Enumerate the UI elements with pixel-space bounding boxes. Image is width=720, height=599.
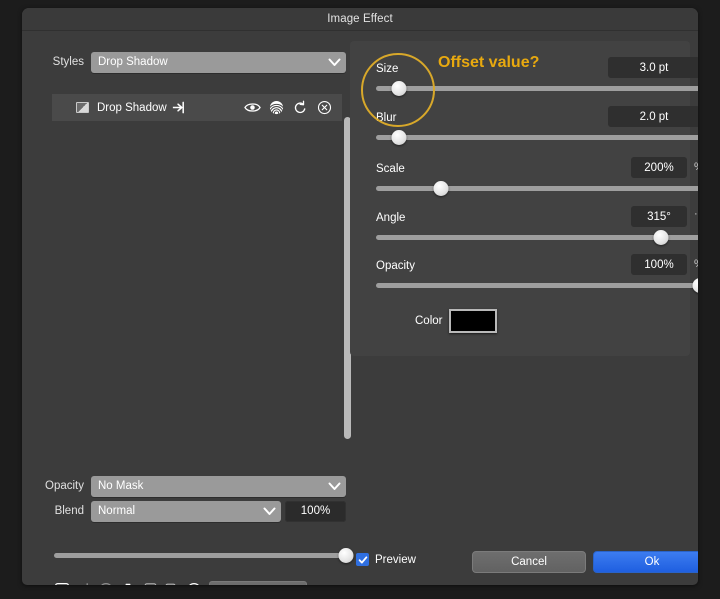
reset-icon[interactable] xyxy=(288,96,312,120)
slider-track xyxy=(54,553,346,558)
preview-checkbox[interactable] xyxy=(356,553,369,566)
close-icon[interactable] xyxy=(312,96,336,120)
effect-parameters-panel: Size 3.0 pt Blur 2.0 pt Scale 200% Angle… xyxy=(350,41,698,356)
styles-dropdown[interactable]: Drop Shadow xyxy=(91,51,346,73)
chevron-down-icon xyxy=(325,476,343,497)
chevron-down-icon xyxy=(325,52,343,73)
color-label: Color xyxy=(415,315,443,327)
param-angle-slider[interactable] xyxy=(376,230,698,245)
layer-name: Drop Shadow xyxy=(97,101,167,114)
color-row: Color xyxy=(415,309,498,333)
window-titlebar: Image Effect xyxy=(22,8,698,31)
color-swatch[interactable] xyxy=(449,309,498,333)
param-opacity-value: 100% xyxy=(644,258,674,271)
add-icon[interactable] xyxy=(52,580,72,585)
param-size-label: Size xyxy=(376,63,399,75)
mask-opacity-label: Opacity xyxy=(45,480,84,492)
layer-thumbnail-icon xyxy=(76,102,89,113)
slider-thumb[interactable] xyxy=(338,548,354,563)
record-icon[interactable] xyxy=(184,580,204,585)
blend-opacity-value: 100% xyxy=(300,505,331,517)
preview-checkbox-row[interactable]: Preview xyxy=(356,553,416,566)
param-blur-field[interactable]: 2.0 pt xyxy=(608,106,698,127)
left-column: Styles Drop Shadow Drop Shadow Opacity N… xyxy=(22,30,356,585)
layer-list[interactable]: Drop Shadow xyxy=(52,94,342,476)
halftone-icon[interactable] xyxy=(264,96,288,120)
slider-thumb[interactable] xyxy=(433,181,449,196)
param-opacity-slider[interactable] xyxy=(376,278,698,293)
blend-opacity-slider[interactable] xyxy=(54,548,354,563)
undo-icon[interactable] xyxy=(74,580,94,585)
blend-row: Blend Normal 100% xyxy=(32,500,346,522)
layer-toolbar xyxy=(52,580,204,585)
param-opacity-label: Opacity xyxy=(376,260,415,272)
annotation-text: Offset value? xyxy=(438,54,540,71)
param-angle-field[interactable]: 315° xyxy=(631,206,687,227)
layer-row-drop-shadow[interactable]: Drop Shadow xyxy=(52,94,342,121)
preview-label: Preview xyxy=(375,553,416,566)
copy-icon[interactable] xyxy=(162,580,182,585)
clear-icon[interactable] xyxy=(96,580,116,585)
param-blur-label: Blur xyxy=(376,112,397,124)
param-scale-field[interactable]: 200% xyxy=(631,157,687,178)
blend-dropdown-value: Normal xyxy=(98,505,136,517)
blend-label: Blend xyxy=(54,505,84,517)
ok-button-label: Ok xyxy=(644,556,660,568)
mask-dropdown-value: No Mask xyxy=(98,480,144,492)
slider-thumb[interactable] xyxy=(692,278,698,293)
param-blur-value: 2.0 pt xyxy=(639,110,669,123)
param-angle-label: Angle xyxy=(376,212,406,224)
param-size-field[interactable]: 3.0 pt xyxy=(608,57,698,78)
slider-track xyxy=(376,235,698,240)
styles-row: Styles Drop Shadow xyxy=(32,51,346,73)
param-scale-unit: % xyxy=(694,161,698,173)
blend-dropdown[interactable]: Normal xyxy=(91,500,281,522)
param-scale-label: Scale xyxy=(376,163,405,175)
param-scale-value: 200% xyxy=(644,161,674,174)
chevron-down-icon xyxy=(260,501,278,522)
window-title: Image Effect xyxy=(327,13,393,25)
duplicate-icon[interactable] xyxy=(140,580,160,585)
trash-icon[interactable] xyxy=(118,580,138,585)
slider-track xyxy=(376,135,698,140)
mask-opacity-row: Opacity No Mask xyxy=(32,475,346,497)
param-size-slider[interactable] xyxy=(376,81,698,96)
eye-icon[interactable] xyxy=(240,96,264,120)
param-size-value: 3.0 pt xyxy=(639,61,669,74)
param-angle-value: 315° xyxy=(647,210,671,223)
slider-thumb[interactable] xyxy=(391,130,407,145)
cancel-button-label: Cancel xyxy=(511,556,547,568)
slider-track xyxy=(376,283,698,288)
param-opacity-field[interactable]: 100% xyxy=(631,254,687,275)
options-button[interactable]: Options xyxy=(209,581,307,585)
mask-dropdown[interactable]: No Mask xyxy=(91,475,346,497)
param-opacity-unit: % xyxy=(694,258,698,270)
styles-dropdown-value: Drop Shadow xyxy=(98,56,168,68)
param-angle-unit: · xyxy=(694,208,698,220)
slider-track xyxy=(376,86,698,91)
layer-icon-group xyxy=(240,96,342,120)
cancel-button[interactable]: Cancel xyxy=(472,551,586,573)
slider-track xyxy=(376,186,698,191)
blend-opacity-field[interactable]: 100% xyxy=(285,500,346,522)
ok-button[interactable]: Ok xyxy=(593,551,698,573)
param-blur-slider[interactable] xyxy=(376,130,698,145)
slider-thumb[interactable] xyxy=(653,230,669,245)
param-scale-slider[interactable] xyxy=(376,181,698,196)
enter-icon[interactable] xyxy=(167,96,191,120)
image-effect-dialog: Image Effect Styles Drop Shadow Drop Sha… xyxy=(22,8,698,585)
slider-thumb[interactable] xyxy=(391,81,407,96)
styles-label: Styles xyxy=(52,56,84,68)
